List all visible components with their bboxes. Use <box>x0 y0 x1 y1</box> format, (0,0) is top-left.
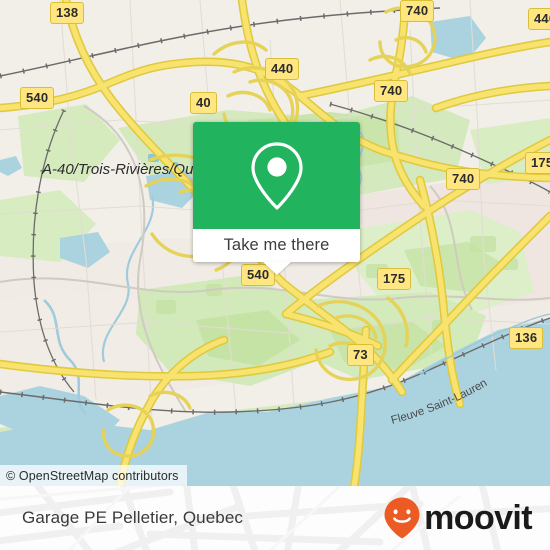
map-shield-440: 440 <box>528 8 550 30</box>
moovit-pin-smiley-icon <box>384 497 420 539</box>
map-shield-40: 40 <box>190 92 217 114</box>
callout-footer[interactable]: Take me there <box>193 229 360 275</box>
osm-attribution-text: © OpenStreetMap contributors <box>6 468 179 483</box>
map-shield-138: 138 <box>50 2 85 24</box>
place-callout-card[interactable]: Take me there <box>193 122 360 275</box>
map-shield-73: 73 <box>347 344 374 366</box>
map-shield-136: 136 <box>509 327 544 349</box>
footer-bar: Garage PE Pelletier, Quebec moovit <box>0 486 550 550</box>
moovit-place-card: A-40/Trois-Rivières/Québec Fleuve Saint-… <box>0 0 550 550</box>
map-canvas[interactable]: A-40/Trois-Rivières/Québec Fleuve Saint-… <box>0 0 550 486</box>
map-shield-440: 440 <box>265 58 300 80</box>
map-shield-540: 540 <box>20 87 55 109</box>
map-shield-740: 740 <box>446 168 481 190</box>
map-shield-740: 740 <box>374 80 409 102</box>
moovit-logo[interactable]: moovit <box>382 486 533 550</box>
map-shield-175: 175 <box>525 152 550 174</box>
callout-pointer-tail <box>262 262 291 275</box>
place-title: Garage PE Pelletier, Quebec <box>22 508 243 527</box>
osm-attribution[interactable]: © OpenStreetMap contributors <box>0 465 187 486</box>
moovit-wordmark: moovit <box>424 499 532 537</box>
map-shield-175: 175 <box>377 268 412 290</box>
map-pin-icon <box>250 141 303 210</box>
callout-header <box>193 122 360 229</box>
map-shield-740: 740 <box>400 0 435 22</box>
take-me-there-label: Take me there <box>223 236 330 254</box>
